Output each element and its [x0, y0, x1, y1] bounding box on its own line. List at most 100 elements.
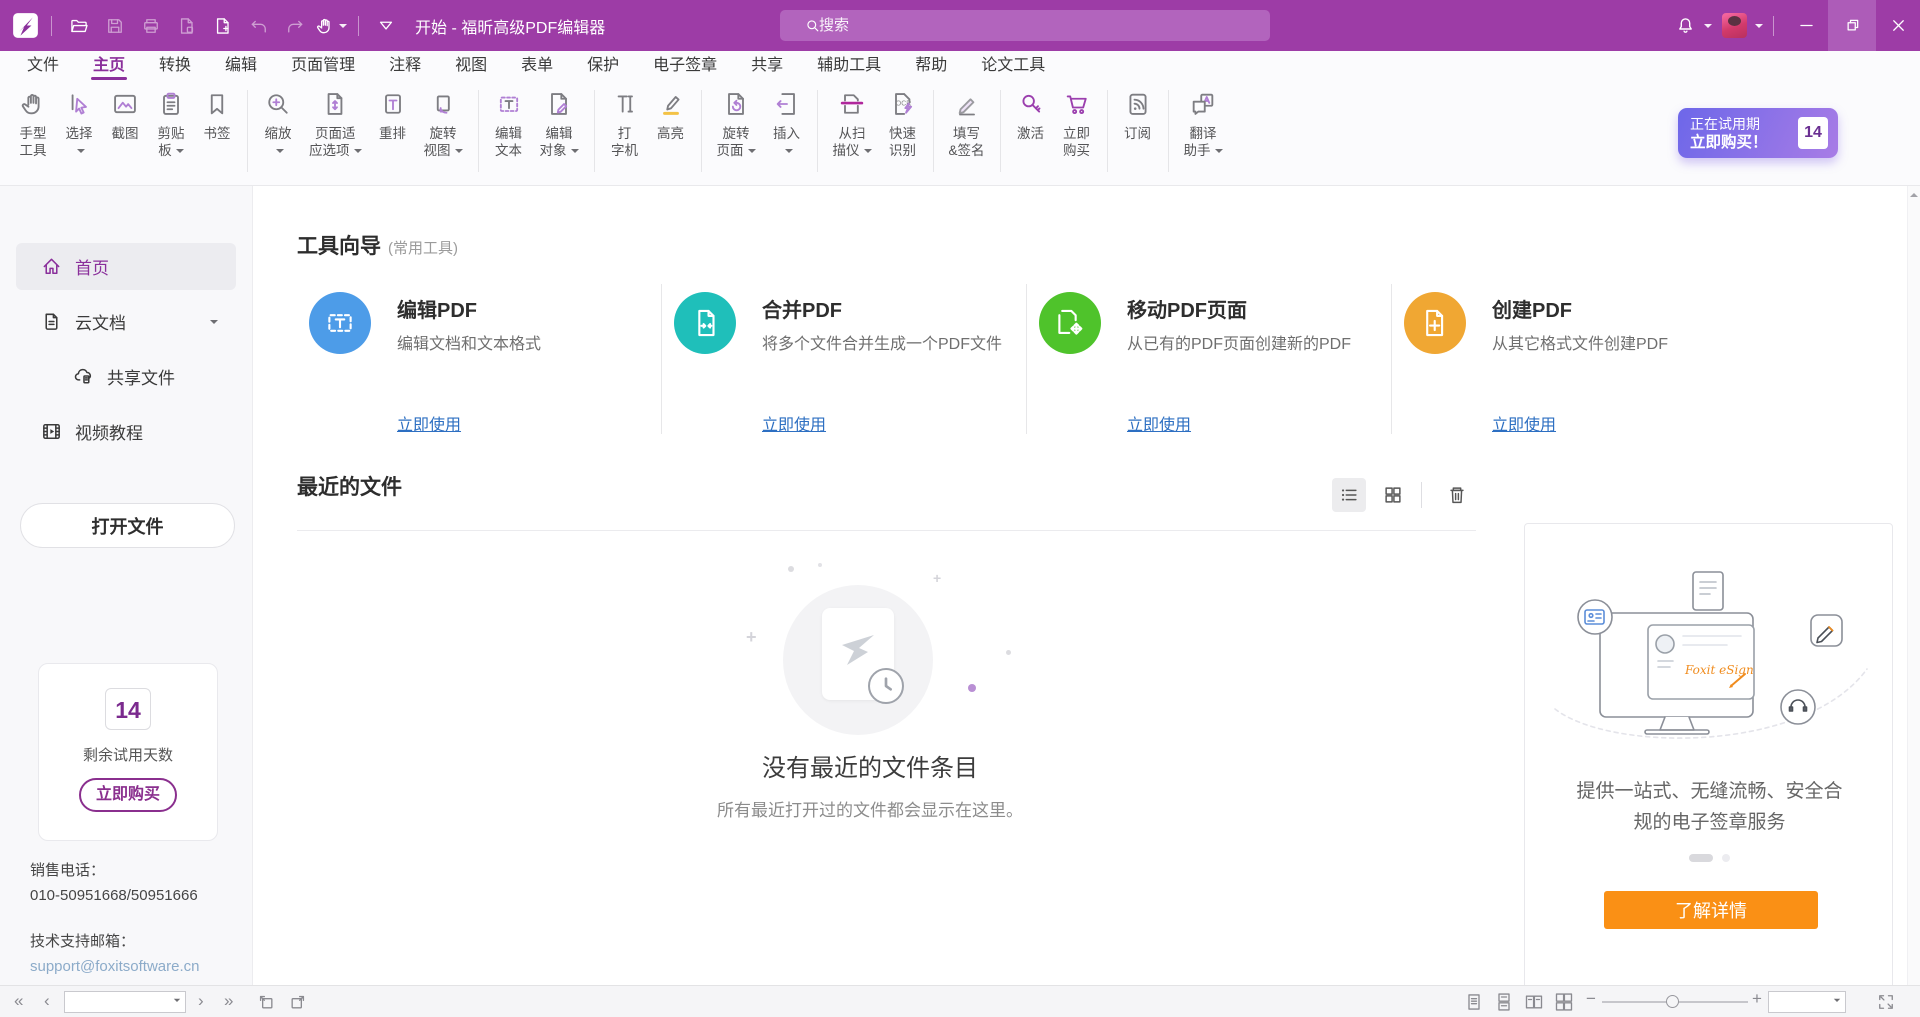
rotate-page-icon	[721, 88, 751, 120]
search-box[interactable]	[780, 10, 1270, 41]
scroll-up-icon[interactable]	[1910, 189, 1918, 197]
first-page-button[interactable]: «	[14, 990, 23, 1012]
use-now-link[interactable]: 立即使用	[1127, 411, 1191, 435]
next-page-button[interactable]: ›	[198, 990, 204, 1012]
menu-tab-2[interactable]: 主页	[93, 51, 125, 81]
ribbon-edit-text-button[interactable]: 编辑文本	[486, 88, 532, 159]
clear-recent-button[interactable]	[1440, 478, 1474, 512]
menu-tab-6[interactable]: 注释	[389, 51, 421, 81]
menu-tab-8[interactable]: 表单	[521, 51, 553, 81]
ribbon-translate-assistant-button[interactable]: 翻译助手	[1176, 88, 1231, 159]
zoom-icon	[263, 88, 293, 120]
ribbon-select-tool-button[interactable]: 选择	[56, 88, 102, 159]
prev-page-button[interactable]: ‹	[44, 990, 50, 1012]
menu-tab-7[interactable]: 视图	[455, 51, 487, 81]
open-file-button[interactable]: 打开文件	[20, 503, 235, 548]
menu-tab-4[interactable]: 编辑	[225, 51, 257, 81]
save-button[interactable]	[100, 11, 130, 41]
previous-view-button[interactable]	[256, 992, 276, 1012]
carousel-dots[interactable]	[1525, 854, 1894, 862]
print-button[interactable]	[136, 11, 166, 41]
window-title: 开始 - 福昕高级PDF编辑器	[415, 14, 605, 38]
sidebar-item-video-tutorials[interactable]: 视频教程	[16, 408, 236, 455]
ribbon-from-scanner-button[interactable]: 从扫描仪	[825, 88, 880, 159]
minimize-button[interactable]	[1784, 0, 1828, 51]
single-page-view-button[interactable]	[1464, 992, 1484, 1012]
hand-tool-button[interactable]	[316, 11, 346, 41]
trash-icon	[1446, 484, 1468, 506]
grid-view-button[interactable]	[1376, 478, 1410, 512]
ribbon-edit-object-button[interactable]: 编辑对象	[532, 88, 587, 159]
list-view-button[interactable]	[1332, 478, 1366, 512]
open-file-button[interactable]	[64, 11, 94, 41]
last-page-button[interactable]: »	[224, 990, 233, 1012]
sidebar-item-shared-files[interactable]: 共享文件	[16, 353, 236, 400]
use-now-link[interactable]: 立即使用	[397, 411, 461, 435]
support-email-link[interactable]: support@foxitsoftware.cn	[30, 954, 199, 979]
buy-now-button[interactable]: 立即购买	[79, 778, 177, 812]
tools-section-title: 工具向导(常用工具)	[297, 230, 458, 260]
menu-tab-1[interactable]: 文件	[27, 51, 59, 81]
scanner-icon	[837, 88, 867, 120]
menu-tab-5[interactable]: 页面管理	[291, 51, 355, 81]
ribbon-rotate-pages-button[interactable]: 旋转页面	[709, 88, 764, 159]
ribbon-highlight-button[interactable]: 高亮	[648, 88, 694, 142]
expand-caret-icon[interactable]	[210, 320, 218, 328]
menu-tab-13[interactable]: 帮助	[915, 51, 947, 81]
redo-button[interactable]	[280, 11, 310, 41]
zoom-level-box[interactable]	[1768, 991, 1846, 1013]
sidebar-item-home[interactable]: 首页	[16, 243, 236, 290]
zoom-level-input[interactable]	[1773, 994, 1829, 1010]
account-caret-icon[interactable]	[1755, 24, 1763, 32]
fullscreen-button[interactable]	[1876, 992, 1896, 1012]
facing-view-button[interactable]	[1524, 992, 1544, 1012]
notifications-button[interactable]	[1670, 11, 1700, 41]
zoom-out-button[interactable]: −	[1586, 988, 1596, 1010]
ribbon-reflow-button[interactable]: 重排	[370, 88, 416, 142]
sidebar-item-cloud-docs[interactable]: 云文档	[16, 298, 236, 345]
avatar[interactable]	[1722, 13, 1747, 38]
menu-tab-14[interactable]: 论文工具	[981, 51, 1045, 81]
ribbon-activate-button[interactable]: 激活	[1008, 88, 1054, 142]
ribbon-typewriter-button[interactable]: 打字机	[602, 88, 648, 159]
ribbon-page-fit-options-button[interactable]: 页面适应选项	[301, 88, 370, 159]
ribbon-clipboard-button[interactable]: 剪贴板	[148, 88, 194, 159]
zoom-slider-thumb[interactable]	[1666, 995, 1679, 1008]
learn-more-button[interactable]: 了解详情	[1604, 891, 1818, 929]
ribbon-rotate-view-button[interactable]: 旋转视图	[416, 88, 471, 159]
export-doc-button[interactable]	[172, 11, 202, 41]
search-input[interactable]	[817, 16, 1270, 35]
menu-tab-12[interactable]: 辅助工具	[817, 51, 881, 81]
ribbon-insert-button[interactable]: 插入	[764, 88, 810, 159]
page-number-box[interactable]	[64, 991, 186, 1013]
ribbon-quick-ocr-button[interactable]: OCR快速识别	[880, 88, 926, 159]
ribbon-fill-sign-button[interactable]: 填写&签名	[941, 88, 993, 159]
ribbon-snapshot-button[interactable]: 截图	[102, 88, 148, 142]
use-now-link[interactable]: 立即使用	[1492, 411, 1556, 435]
restore-button[interactable]	[1828, 0, 1876, 51]
next-view-button[interactable]	[288, 992, 308, 1012]
menu-tab-11[interactable]: 共享	[751, 51, 783, 81]
ribbon-bookmark-button[interactable]: 书签	[194, 88, 240, 142]
ribbon-buy-now-button[interactable]: 立即购买	[1054, 88, 1100, 159]
ribbon-zoom-button[interactable]: 缩放	[255, 88, 301, 159]
facing-continuous-view-button[interactable]	[1554, 992, 1574, 1012]
menu-tab-9[interactable]: 保护	[587, 51, 619, 81]
page-number-input[interactable]	[69, 994, 169, 1010]
carousel-dot[interactable]	[1722, 854, 1730, 862]
undo-button[interactable]	[244, 11, 274, 41]
menu-tab-10[interactable]: 电子签章	[653, 51, 717, 81]
use-now-link[interactable]: 立即使用	[762, 411, 826, 435]
continuous-view-button[interactable]	[1494, 992, 1514, 1012]
menu-tab-3[interactable]: 转换	[159, 51, 191, 81]
notifications-caret-icon[interactable]	[1704, 24, 1712, 32]
zoom-in-button[interactable]: +	[1752, 988, 1762, 1010]
ribbon-display-options-button[interactable]	[371, 11, 401, 41]
content-scrollbar[interactable]	[1907, 186, 1920, 985]
carousel-dot-active[interactable]	[1689, 854, 1713, 862]
ribbon-subscribe-button[interactable]: 订阅	[1115, 88, 1161, 142]
trial-badge[interactable]: 正在试用期 立即购买！ 14	[1678, 108, 1838, 158]
close-button[interactable]	[1876, 0, 1920, 51]
create-doc-button[interactable]	[208, 11, 238, 41]
ribbon-hand-tool-button[interactable]: 手型工具	[10, 88, 56, 159]
